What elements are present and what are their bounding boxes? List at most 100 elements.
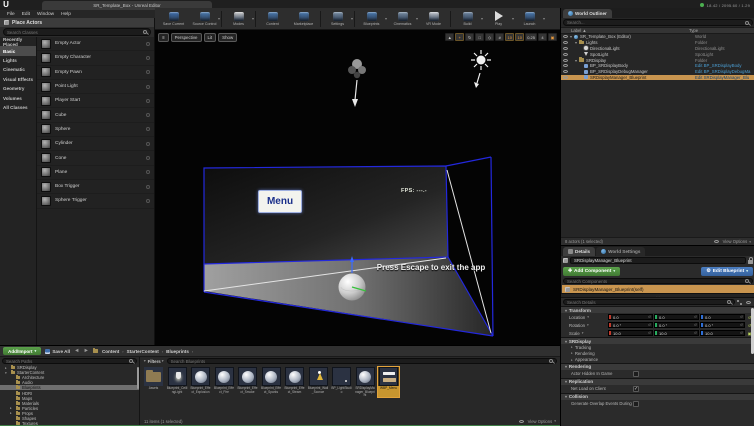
tab-details[interactable]: Details	[563, 247, 595, 256]
place-item-plane[interactable]: Plane	[37, 166, 154, 180]
section-header-replication[interactable]: ▾Replication	[561, 378, 754, 385]
transform-rotate-tool[interactable]: ↻	[465, 33, 474, 41]
add-import-button[interactable]: Add/Import ▾	[3, 347, 41, 355]
place-item-empty-character[interactable]: Empty Character	[37, 51, 154, 65]
toolbar-cinematics-button[interactable]: Cinematics▾	[387, 9, 418, 29]
viewport-options-button[interactable]: ≡	[158, 33, 169, 42]
menu-window[interactable]: Window	[37, 12, 54, 17]
reset-icon[interactable]: ↺	[694, 331, 698, 335]
category-lights[interactable]: Lights	[0, 56, 36, 65]
asset-blueprint-effect-sparks[interactable]: Blueprint_Effect_Sparks	[261, 367, 282, 397]
transform-select-tool[interactable]: ▲	[445, 33, 454, 41]
menu-help[interactable]: Help	[61, 12, 71, 17]
breadcrumb-content[interactable]: Content	[102, 349, 119, 354]
toolbar-save-current-button[interactable]: Save Current	[158, 9, 189, 29]
place-item-box-trigger[interactable]: Box Trigger	[37, 180, 154, 194]
asset-srdisplaymanager-blueprint[interactable]: SRDisplayManager_Blueprint	[355, 367, 376, 397]
reset-icon[interactable]: ↺	[648, 323, 652, 327]
toolbar-vr-mode-button[interactable]: VR Mode	[418, 9, 449, 29]
asset-blueprint-effect-explosion[interactable]: Blueprint_Effect_Explosion	[190, 367, 211, 397]
tab-world-settings[interactable]: World Settings	[596, 247, 645, 256]
place-item-point-light[interactable]: Point Light	[37, 80, 154, 94]
save-all-button[interactable]: Save All	[45, 349, 70, 354]
toolbar-settings-button[interactable]: Settings▾	[322, 9, 353, 29]
property-checkbox[interactable]	[633, 401, 639, 407]
folder-tree-scrollbar[interactable]	[137, 367, 139, 389]
asset-blueprint-wall-sconce[interactable]: Blueprint_Wall_Sconce	[308, 367, 329, 397]
reset-icon[interactable]: ↺	[740, 331, 744, 335]
camera-speed[interactable]: 4	[538, 33, 547, 41]
outliner-row-lights[interactable]: ▾LightsFolder	[561, 40, 754, 46]
dropdown-caret-icon[interactable]: ▾	[218, 16, 220, 21]
axis-x-field[interactable]: 10.0↺	[608, 330, 653, 336]
asset-wbp-menu[interactable]: WBP_Menu	[378, 367, 399, 397]
outliner-search-input[interactable]: Search...	[563, 19, 753, 26]
reset-icon[interactable]: ↺	[740, 323, 744, 327]
viewport[interactable]: ≡ PerspectiveLitShow ▲+↻□◇#10100.254▣ Me…	[155, 30, 560, 345]
menu-edit[interactable]: Edit	[22, 12, 30, 17]
component-tree-root-selected[interactable]: SRDisplayManager_Blueprint(self)	[562, 285, 754, 293]
axis-x-field[interactable]: 0.0 °↺	[608, 322, 653, 328]
visibility-eye-icon[interactable]	[563, 53, 568, 56]
transform-row-label[interactable]: Scale▾	[563, 331, 607, 336]
expander-icon[interactable]: ▾	[5, 371, 9, 375]
viewport-lit-button[interactable]: Lit	[204, 33, 217, 42]
category-basic[interactable]: Basic	[0, 46, 36, 55]
reset-icon[interactable]: ↺	[648, 315, 652, 319]
lock-icon[interactable]	[748, 260, 753, 264]
forward-button[interactable]: ►	[83, 348, 88, 354]
asset-assets[interactable]: Assets	[143, 367, 164, 397]
column-type[interactable]: Type	[689, 28, 754, 33]
viewport-perspective-button[interactable]: Perspective	[171, 33, 202, 42]
place-item-cone[interactable]: Cone	[37, 151, 154, 165]
axis-z-field[interactable]: 0.0↺	[700, 314, 745, 320]
reset-icon[interactable]: ↺	[648, 331, 652, 335]
spot-light-gizmo[interactable]	[471, 50, 491, 88]
asset-blueprint-ceilinglight[interactable]: Blueprint_CeilingLight	[167, 367, 188, 397]
visibility-eye-icon[interactable]	[563, 76, 568, 79]
expander-icon[interactable]: ▸	[5, 366, 9, 370]
filters-button[interactable]: ▼ Filters ▾	[143, 359, 164, 364]
asset-blueprint-effect-fire[interactable]: Blueprint_Effect_Fire	[214, 367, 235, 397]
axis-y-field[interactable]: 0.0 °↺	[654, 322, 699, 328]
transform-translate-tool[interactable]: +	[455, 33, 464, 41]
menu-file[interactable]: File	[7, 12, 15, 17]
property-matrix-icon[interactable]	[737, 300, 742, 305]
maximize-viewport[interactable]: ▣	[548, 33, 557, 41]
grid-snap-toggle[interactable]: 10	[505, 33, 514, 41]
outliner-row-bp-srdisplaydebugmanager[interactable]: BP_SRDisplayDebugManagerEdit BP_SRDispla…	[561, 69, 754, 75]
outliner-row-type[interactable]: Edit BP_SRDisplayBody	[693, 63, 754, 68]
menu-widget[interactable]: Menu	[258, 190, 302, 213]
add-component-button[interactable]: ✚ Add Component ▾	[563, 267, 620, 276]
visibility-eye-icon[interactable]	[563, 41, 568, 44]
toolbar-play-button[interactable]: Play▾	[483, 9, 514, 29]
visibility-eye-icon[interactable]	[563, 35, 568, 38]
reset-icon[interactable]: ↺	[694, 323, 698, 327]
surface-snap-toggle[interactable]: #	[495, 33, 504, 41]
dropdown-caret-icon[interactable]: ▾	[543, 16, 545, 21]
outliner-row-srdisplay[interactable]: ▾SRDisplayFolder	[561, 57, 754, 63]
display-filter-icon[interactable]	[746, 301, 751, 304]
content-view-options-button[interactable]: View Options ▾	[517, 419, 556, 424]
axis-y-field[interactable]: 10.0↺	[654, 330, 699, 336]
column-label[interactable]: Label ▲	[561, 28, 689, 33]
search-paths-input[interactable]: Search Paths	[2, 358, 137, 364]
toolbar-content-button[interactable]: Content	[257, 9, 288, 29]
place-item-cube[interactable]: Cube	[37, 108, 154, 122]
breadcrumb-blueprints[interactable]: Blueprints	[166, 349, 189, 354]
place-item-player-start[interactable]: Player Start	[37, 94, 154, 108]
axis-x-field[interactable]: 0.0↺	[608, 314, 653, 320]
category-volumes[interactable]: Volumes	[0, 93, 36, 102]
category-all-classes[interactable]: All Classes	[0, 103, 36, 112]
dropdown-caret-icon[interactable]: ▾	[252, 16, 254, 21]
back-button[interactable]: ◄	[74, 348, 79, 354]
toolbar-blueprints-button[interactable]: Blueprints▾	[356, 9, 387, 29]
search-components-input[interactable]: Search Components	[563, 278, 753, 284]
dropdown-caret-icon[interactable]: ▾	[351, 16, 353, 21]
category-visual-effects[interactable]: Visual Effects	[0, 75, 36, 84]
rotation-snap-toggle[interactable]: 10	[515, 33, 524, 41]
section-header-rendering[interactable]: ▾Rendering	[561, 363, 754, 370]
expander-icon[interactable]: ▸	[10, 411, 14, 415]
place-item-sphere-trigger[interactable]: Sphere Trigger	[37, 194, 154, 208]
outliner-row-directionallight[interactable]: DirectionalLightDirectionalLight	[561, 46, 754, 52]
